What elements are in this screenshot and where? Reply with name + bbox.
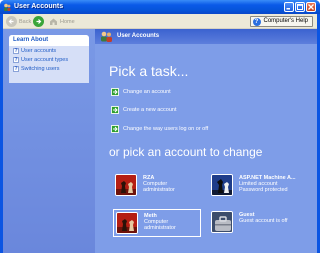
account-status: administrator bbox=[144, 225, 176, 231]
back-arrow-icon bbox=[6, 16, 17, 27]
learn-about-panel: Learn About ? User accounts ? User accou… bbox=[9, 35, 89, 83]
content-area: Learn About ? User accounts ? User accou… bbox=[3, 29, 317, 253]
task-create-account[interactable]: Create a new account bbox=[111, 105, 177, 115]
help-icon: ? bbox=[252, 18, 261, 26]
close-button[interactable] bbox=[306, 2, 316, 12]
task-label: Change the way users log on or off bbox=[123, 126, 209, 132]
task-label: Create a new account bbox=[123, 107, 177, 113]
account-aspnet[interactable]: ASP.NET Machine A... Limited account Pas… bbox=[209, 172, 297, 200]
minimize-button[interactable] bbox=[284, 2, 294, 12]
main-header-title: User Accounts bbox=[117, 33, 160, 39]
title-bar[interactable]: User Accounts bbox=[0, 0, 320, 14]
main-panel: User Accounts Pick a task... Change an a… bbox=[95, 29, 317, 253]
sidebar: Learn About ? User accounts ? User accou… bbox=[3, 29, 95, 253]
learn-about-header: Learn About bbox=[9, 35, 89, 46]
help-topic-icon: ? bbox=[13, 65, 19, 72]
green-arrow-icon bbox=[111, 125, 119, 133]
task-change-account[interactable]: Change an account bbox=[111, 87, 171, 97]
briefcase-picture bbox=[211, 211, 233, 233]
help-topic-icon: ? bbox=[13, 47, 19, 54]
window-title: User Accounts bbox=[14, 3, 64, 10]
window: User Accounts Back Home ? Computer's Hel… bbox=[0, 0, 320, 253]
pick-task-heading: Pick a task... bbox=[109, 63, 189, 79]
account-info: Guest Guest account is off bbox=[239, 212, 288, 224]
account-meth[interactable]: Meth Computer administrator bbox=[113, 209, 201, 237]
account-guest[interactable]: Guest Guest account is off bbox=[209, 209, 297, 237]
back-label: Back bbox=[19, 18, 32, 25]
green-arrow-icon bbox=[111, 88, 119, 96]
forward-button[interactable] bbox=[33, 16, 44, 27]
sidebar-item-label: User account types bbox=[21, 56, 69, 63]
help-button[interactable]: ? Computer's Help bbox=[249, 16, 313, 27]
help-topic-icon: ? bbox=[13, 56, 19, 63]
sidebar-item-label: Switching users bbox=[21, 65, 60, 72]
main-header: User Accounts bbox=[95, 29, 317, 44]
user-accounts-icon bbox=[4, 3, 11, 11]
sidebar-item-account-types[interactable]: ? User account types bbox=[9, 55, 89, 64]
chess-pieces-picture bbox=[116, 212, 138, 234]
account-rza[interactable]: RZA Computer administrator bbox=[113, 172, 201, 200]
home-button[interactable]: Home bbox=[49, 16, 75, 27]
home-icon bbox=[50, 18, 57, 25]
account-status: administrator bbox=[143, 187, 175, 193]
back-button[interactable]: Back bbox=[6, 16, 31, 27]
users-icon bbox=[101, 31, 112, 42]
account-info: RZA Computer administrator bbox=[143, 175, 175, 193]
sidebar-item-label: User accounts bbox=[21, 47, 57, 54]
sidebar-item-switching-users[interactable]: ? Switching users bbox=[9, 64, 89, 73]
close-icon bbox=[308, 4, 314, 10]
maximize-button[interactable] bbox=[295, 2, 305, 12]
sidebar-item-user-accounts[interactable]: ? User accounts bbox=[9, 46, 89, 55]
minimize-icon bbox=[286, 8, 290, 10]
chess-pieces-picture bbox=[115, 174, 137, 196]
account-info: ASP.NET Machine A... Limited account Pas… bbox=[239, 175, 296, 193]
home-label: Home bbox=[60, 18, 75, 25]
task-change-logon[interactable]: Change the way users log on or off bbox=[111, 124, 208, 134]
maximize-icon bbox=[297, 4, 303, 10]
task-label: Change an account bbox=[123, 89, 171, 95]
forward-arrow-icon bbox=[33, 16, 44, 27]
account-info: Meth Computer administrator bbox=[144, 213, 176, 231]
account-status: Password protected bbox=[239, 187, 288, 193]
pick-account-heading: or pick an account to change bbox=[109, 145, 263, 159]
toolbar: Back Home ? Computer's Help bbox=[3, 14, 317, 29]
account-type: Guest account is off bbox=[239, 218, 288, 224]
green-arrow-icon bbox=[111, 106, 119, 114]
chess-pieces-picture bbox=[211, 174, 233, 196]
help-label: Computer's Help bbox=[263, 18, 309, 24]
